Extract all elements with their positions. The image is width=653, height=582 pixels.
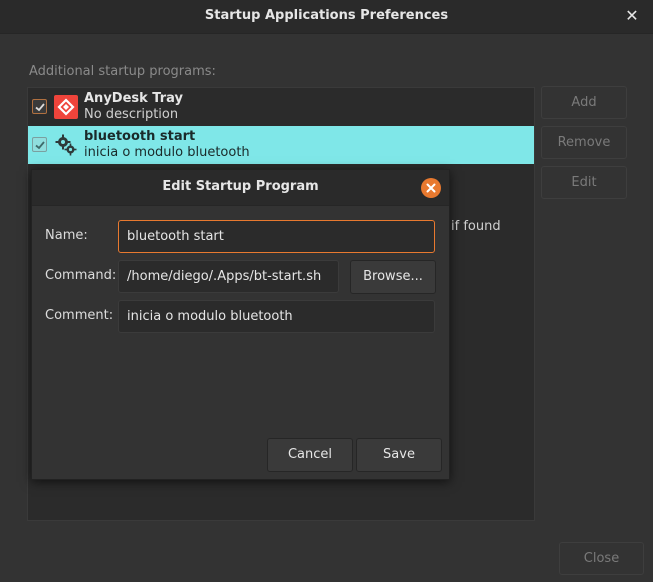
browse-button[interactable]: Browse... [350, 260, 436, 294]
program-description: No description [84, 107, 179, 122]
window-title: Startup Applications Preferences [204, 8, 449, 23]
program-name: AnyDesk Tray [84, 91, 184, 106]
window-close-icon[interactable]: ✕ [623, 7, 641, 25]
save-button[interactable]: Save [356, 438, 442, 472]
program-enabled-checkbox[interactable] [32, 137, 47, 152]
cancel-button[interactable]: Cancel [267, 438, 353, 472]
startup-preferences-window: Startup Applications Preferences ✕ Addit… [0, 0, 653, 582]
checkmark-icon [35, 103, 45, 112]
close-button[interactable]: Close [559, 542, 644, 575]
name-field[interactable] [118, 220, 435, 253]
program-row-anydesk[interactable]: AnyDesk Tray No description [28, 88, 534, 126]
program-name: bluetooth start [84, 129, 196, 144]
remove-button[interactable]: Remove [541, 126, 627, 159]
edit-startup-program-dialog: Edit Startup Program Name: Command: Brow… [31, 169, 450, 480]
comment-field[interactable] [118, 300, 435, 333]
close-icon[interactable] [421, 178, 441, 198]
edit-button[interactable]: Edit [541, 166, 627, 199]
titlebar: Startup Applications Preferences ✕ [0, 0, 653, 34]
command-field[interactable] [118, 260, 339, 293]
comment-label: Comment: [45, 308, 114, 323]
name-label: Name: [45, 228, 88, 243]
command-label: Command: [45, 268, 117, 283]
partial-program-text: if found [451, 219, 501, 234]
program-description: inicia o modulo bluetooth [84, 145, 250, 160]
section-label: Additional startup programs: [29, 64, 216, 79]
dialog-titlebar: Edit Startup Program [32, 170, 449, 206]
dialog-title: Edit Startup Program [162, 179, 319, 194]
program-row-bluetooth[interactable]: bluetooth start inicia o modulo bluetoot… [28, 126, 534, 164]
anydesk-icon [54, 95, 78, 119]
program-enabled-checkbox[interactable] [32, 99, 47, 114]
checkmark-icon [35, 141, 45, 150]
add-button[interactable]: Add [541, 86, 627, 119]
gears-icon [54, 133, 78, 157]
